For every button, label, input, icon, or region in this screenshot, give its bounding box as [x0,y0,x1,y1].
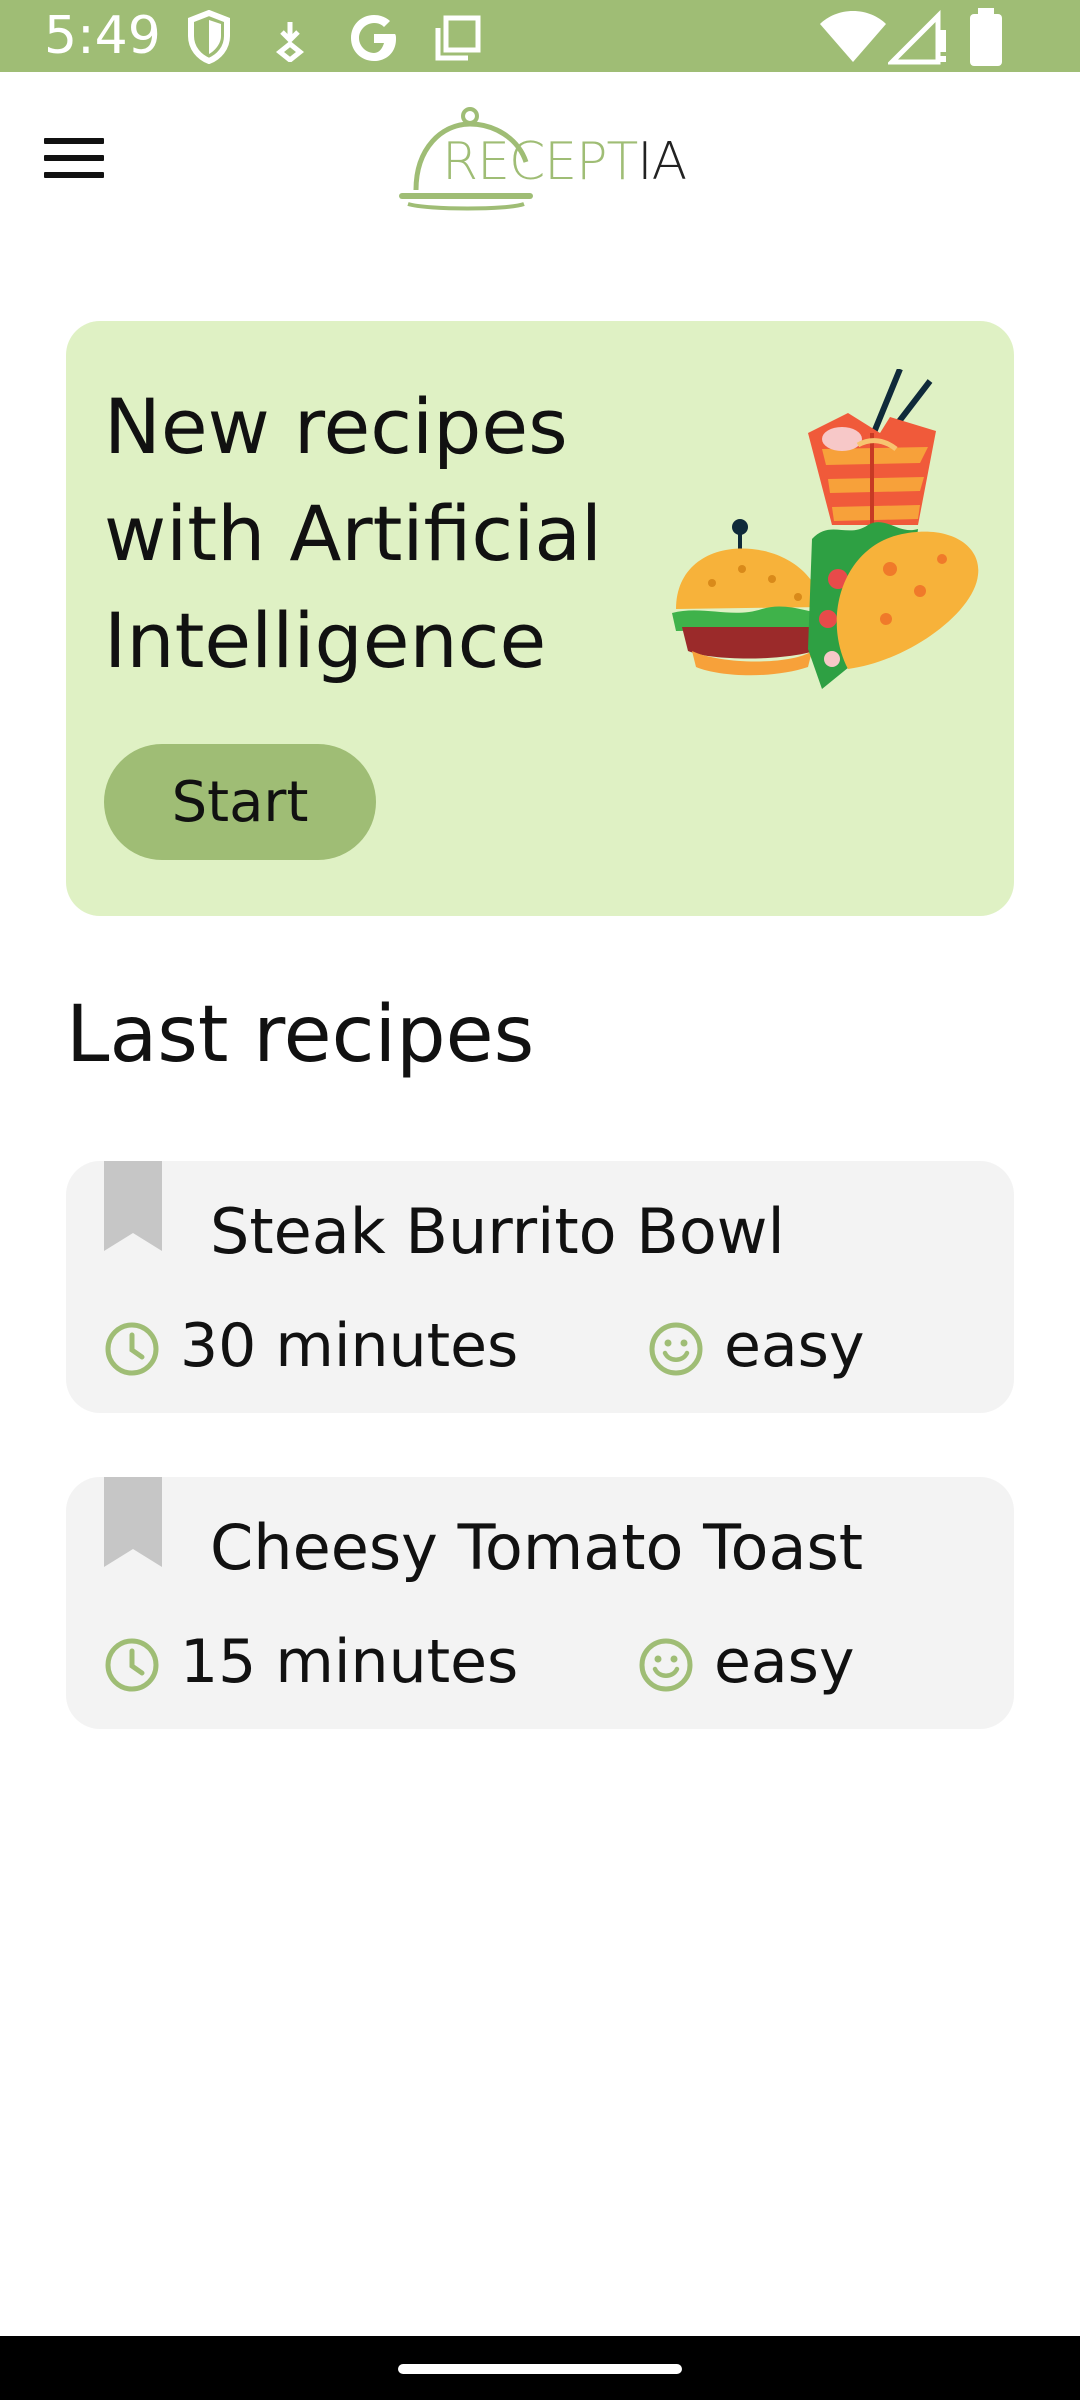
start-button[interactable]: Start [104,744,376,860]
recipe-difficulty: easy [724,1311,865,1381]
smiley-icon [639,1638,693,1692]
logo-text-secondary: IA [637,132,687,192]
bookmark-icon[interactable] [104,1477,162,1567]
logo-text: RECEPTIA [442,132,687,192]
clock-icon [105,1322,159,1376]
menu-line [44,155,104,161]
home-indicator[interactable] [398,2364,682,2374]
status-time: 5:49 [44,6,161,66]
menu-line [44,172,104,178]
recipe-title: Steak Burrito Bowl [210,1195,785,1268]
menu-line [44,138,104,144]
wifi-icon [820,11,886,62]
google-icon [351,15,396,61]
clock-icon [105,1638,159,1692]
app-logo: RECEPTIA [398,104,688,214]
hero-title: New recipes with Artificial Intelligence [104,382,603,685]
recipe-card[interactable]: Cheesy Tomato Toast 15 minutes easy [66,1477,1014,1729]
recipe-difficulty: easy [714,1627,855,1697]
download-icon [275,22,305,62]
bookmark-icon[interactable] [104,1161,162,1251]
hamburger-menu-icon[interactable] [34,130,114,186]
logo-text-primary: RECEPT [442,132,638,192]
signal-icon [888,10,946,65]
recipe-time: 15 minutes [180,1627,519,1697]
recipe-card[interactable]: Steak Burrito Bowl 30 minutes easy [66,1161,1014,1413]
hero-card: New recipes with Artificial Intelligence… [66,321,1014,916]
battery-icon [970,8,1002,66]
status-bar: 5:49 [0,0,1080,72]
section-title-last-recipes: Last recipes [66,990,535,1080]
food-illustration-icon [672,369,979,689]
recipe-title: Cheesy Tomato Toast [210,1511,864,1584]
shield-icon [188,10,230,64]
recipe-time: 30 minutes [180,1311,519,1381]
copy-icon [435,15,481,61]
smiley-icon [649,1322,703,1376]
